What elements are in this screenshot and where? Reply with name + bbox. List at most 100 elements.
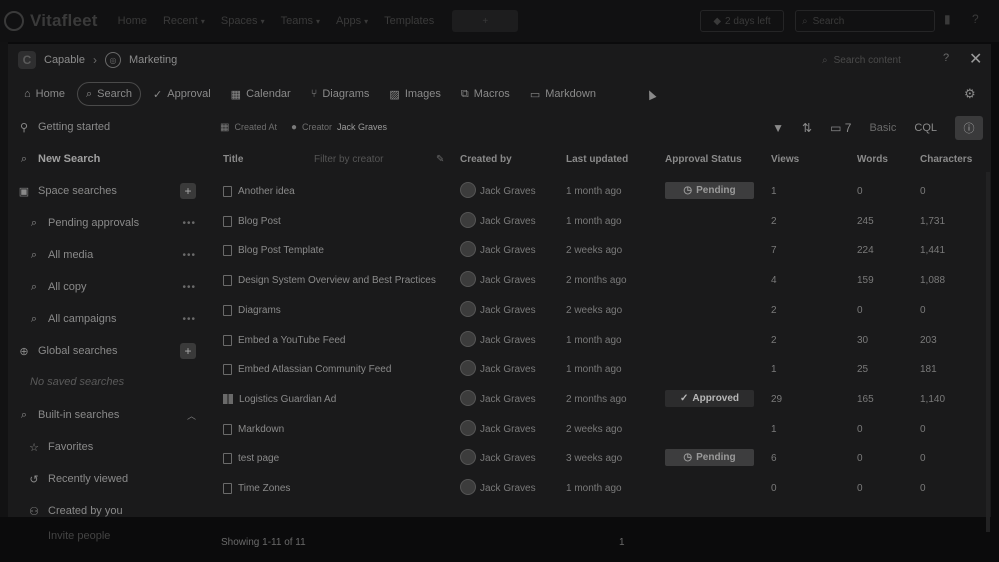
column-header[interactable]: Characters <box>920 154 972 165</box>
top-nav-teams[interactable]: Teams ▾ <box>281 15 320 27</box>
table-scrollbar[interactable] <box>986 172 990 532</box>
builtin-search-item[interactable]: ↺ Recently viewed <box>28 468 196 490</box>
row-creator[interactable]: Jack Graves <box>480 364 536 375</box>
row-creator[interactable]: Jack Graves <box>480 275 536 286</box>
table-row[interactable]: Design System Overview and Best Practice… <box>206 267 991 296</box>
table-row[interactable]: Diagrams Jack Graves 2 weeks ago 2 0 0 <box>206 297 991 326</box>
builtin-search-item[interactable]: ⚇ Created by you <box>28 500 196 522</box>
row-title[interactable]: test page <box>223 453 279 465</box>
getting-started-item[interactable]: ⚲ Getting started <box>18 116 198 138</box>
more-options-icon[interactable]: ••• <box>182 218 196 229</box>
help-icon[interactable]: ? <box>943 52 949 64</box>
breadcrumb-page[interactable]: Marketing <box>129 54 177 66</box>
saved-search-item[interactable]: ⌕ All campaigns ••• <box>28 308 196 330</box>
row-title[interactable]: Another idea <box>223 186 295 197</box>
table-row[interactable]: Another idea Jack Graves 1 month ago ◷ Pendi… <box>206 178 991 207</box>
row-title[interactable]: Design System Overview and Best Practice… <box>223 275 436 287</box>
brand[interactable]: Vitafleet <box>4 11 98 31</box>
row-creator[interactable]: Jack Graves <box>480 453 536 464</box>
top-search-input[interactable]: ⌕ Search <box>795 10 935 32</box>
builtin-search-item[interactable]: ☆ Favorites <box>28 436 196 458</box>
column-header[interactable]: Views <box>771 154 799 165</box>
invite-people-link[interactable]: Invite people <box>48 530 110 542</box>
top-nav-recent[interactable]: Recent ▾ <box>163 15 205 27</box>
more-options-icon[interactable]: ••• <box>182 314 196 325</box>
row-creator[interactable]: Jack Graves <box>480 245 536 256</box>
row-creator[interactable]: Jack Graves <box>480 186 536 197</box>
more-options-icon[interactable]: ••• <box>182 282 196 293</box>
top-nav-apps[interactable]: Apps ▾ <box>336 15 368 27</box>
status-badge[interactable]: ◷ Pending <box>665 182 754 199</box>
row-title[interactable]: Blog Post Template <box>223 245 324 257</box>
row-title[interactable]: Blog Post <box>223 215 281 227</box>
info-button[interactable]: ⓘ <box>955 116 983 140</box>
chevron-up-icon[interactable]: ︿ <box>187 409 196 422</box>
status-badge[interactable]: ✓ Approved <box>665 389 754 407</box>
page-number[interactable]: 1 <box>619 537 625 548</box>
table-row[interactable]: Time Zones Jack Graves 1 month ago 0 0 0 <box>206 475 991 504</box>
filter-icon[interactable]: ▼ <box>772 121 784 135</box>
basic-mode-toggle[interactable]: Basic <box>869 122 896 134</box>
row-title[interactable]: Embed a YouTube Feed <box>223 334 346 346</box>
table-row[interactable]: Embed a YouTube Feed Jack Graves 1 month a… <box>206 327 991 356</box>
row-title[interactable]: Markdown <box>223 423 284 435</box>
tab-markdown[interactable]: ▭ Markdown <box>522 82 604 106</box>
column-header[interactable]: Words <box>857 154 888 165</box>
top-nav-home[interactable]: Home <box>118 15 147 27</box>
created-at-filter[interactable]: ▦ Created At <box>220 122 277 133</box>
sort-icon[interactable]: ⇅ <box>802 121 812 135</box>
tab-diagrams[interactable]: ⑂ Diagrams <box>303 82 378 106</box>
tab-calendar[interactable]: ▦ Calendar <box>223 82 299 106</box>
table-row[interactable]: test page Jack Graves 3 weeks ago ◷ Pending 6… <box>206 445 991 474</box>
table-row[interactable]: Blog Post Jack Graves 1 month ago 2 245 1,731 <box>206 208 991 237</box>
saved-search-item[interactable]: ⌕ All copy ••• <box>28 276 196 298</box>
add-space-search-button[interactable]: + <box>180 183 196 199</box>
row-title[interactable]: Time Zones <box>223 483 290 494</box>
saved-search-item[interactable]: ⌕ All media ••• <box>28 244 196 266</box>
builtin-searches-header[interactable]: ⌕ Built-in searches ︿ <box>18 404 198 426</box>
globe-icon: ⊕ <box>19 345 29 358</box>
breadcrumb-space[interactable]: Capable <box>44 54 85 66</box>
column-header[interactable]: Title <box>223 154 243 165</box>
settings-icon[interactable]: ⚙ <box>964 86 976 102</box>
column-header[interactable]: Approval Status <box>665 154 742 165</box>
tab-macros[interactable]: ⧉ Macros <box>453 82 518 106</box>
tab-home[interactable]: ⌂ Home <box>16 82 73 106</box>
top-nav-spaces[interactable]: Spaces ▾ <box>221 15 265 27</box>
cql-mode-toggle[interactable]: CQL <box>914 122 937 134</box>
row-creator[interactable]: Jack Graves <box>480 335 536 346</box>
row-creator[interactable]: Jack Graves <box>480 483 536 494</box>
trial-badge[interactable]: ◆ 2 days left <box>700 10 784 32</box>
edit-icon[interactable]: ✎ <box>436 154 444 165</box>
dialog-search-input[interactable]: ⌕ Search content <box>822 52 932 68</box>
notifications-icon[interactable]: ▮ <box>944 12 958 26</box>
top-nav-templates[interactable]: Templates <box>384 15 434 27</box>
status-badge[interactable]: ◷ Pending <box>665 449 754 467</box>
row-creator[interactable]: Jack Graves <box>480 216 536 227</box>
add-global-search-button[interactable]: + <box>180 343 196 359</box>
tab-search[interactable]: ⌕ Search <box>77 82 142 106</box>
creator-filter[interactable]: ● Creator Jack Graves <box>291 122 387 133</box>
row-creator[interactable]: Jack Graves <box>480 424 536 435</box>
help-icon[interactable]: ? <box>972 12 986 26</box>
more-options-icon[interactable]: ••• <box>182 250 196 261</box>
row-creator[interactable]: Jack Graves <box>480 394 536 405</box>
tab-images[interactable]: ▨ Images <box>381 82 448 106</box>
row-title[interactable]: Logistics Guardian Ad <box>223 394 336 405</box>
create-button[interactable]: + <box>452 10 519 32</box>
table-row[interactable]: Logistics Guardian Ad Jack Graves 2 months… <box>206 386 991 415</box>
columns-button[interactable]: ▭ 7 <box>830 121 851 135</box>
row-title[interactable]: Diagrams <box>223 304 281 316</box>
table-row[interactable]: Markdown Jack Graves 2 weeks ago 1 0 0 <box>206 416 991 445</box>
row-title[interactable]: Embed Atlassian Community Feed <box>223 364 391 376</box>
row-creator[interactable]: Jack Graves <box>480 305 536 316</box>
column-header[interactable]: Last updated <box>566 154 628 165</box>
filter-by-creator-input[interactable]: Filter by creator <box>314 154 434 168</box>
close-icon[interactable]: ✕ <box>969 49 982 69</box>
column-header[interactable]: Created by <box>460 154 512 165</box>
new-search-item[interactable]: ⌕ New Search <box>18 148 198 170</box>
table-row[interactable]: Blog Post Template Jack Graves 2 weeks ago… <box>206 237 991 266</box>
tab-approval[interactable]: ✓ Approval <box>145 82 219 106</box>
table-row[interactable]: Embed Atlassian Community Feed Jack Grave… <box>206 356 991 385</box>
saved-search-item[interactable]: ⌕ Pending approvals ••• <box>28 212 196 234</box>
